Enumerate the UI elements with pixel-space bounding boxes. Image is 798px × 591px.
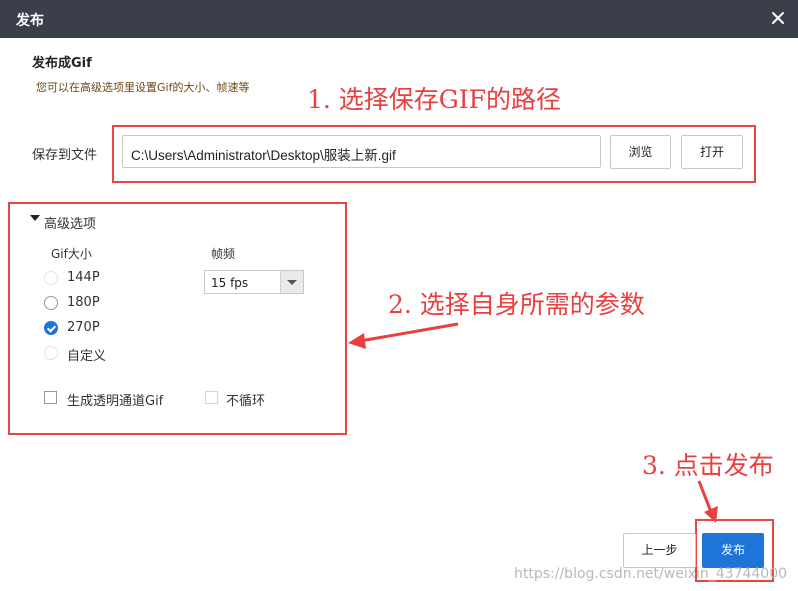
annotation-box-options (8, 202, 347, 435)
radio-size-144p[interactable] (44, 271, 58, 285)
browse-button[interactable]: 浏览 (610, 135, 671, 169)
dialog-hint: 您可以在高级选项里设置Gif的大小、帧速等 (36, 81, 250, 94)
chevron-down-icon[interactable] (280, 271, 303, 293)
radio-size-custom[interactable] (44, 346, 58, 360)
collapse-triangle-icon[interactable] (30, 215, 40, 221)
annotation-arrow-left-icon (348, 322, 459, 349)
publish-button[interactable]: 发布 (702, 533, 764, 568)
annotation-step-2: 2. 选择自身所需的参数 (388, 290, 645, 319)
save-path-input[interactable]: C:\Users\Administrator\Desktop\服装上新.gif (122, 135, 601, 168)
noloop-checkbox[interactable] (205, 391, 218, 404)
fps-value: 15 fps (211, 276, 249, 290)
radio-size-270p[interactable] (44, 321, 58, 335)
title-bar: 发布 (0, 0, 798, 38)
annotation-arrow-down-icon (697, 480, 718, 523)
fps-label: 帧频 (211, 247, 236, 261)
fps-select[interactable]: 15 fps (204, 270, 304, 294)
advanced-options-toggle[interactable]: 高级选项 (44, 213, 96, 232)
save-to-file-label: 保存到文件 (32, 148, 98, 163)
window-title: 发布 (16, 13, 44, 29)
watermark: https://blog.csdn.net/weixin_43744000 (514, 566, 788, 582)
size-144p-label[interactable]: 144P (67, 270, 100, 285)
dialog-heading: 发布成Gif (32, 56, 92, 71)
transparent-checkbox[interactable] (44, 391, 57, 404)
noloop-label[interactable]: 不循环 (226, 390, 265, 409)
close-icon[interactable] (768, 8, 788, 28)
size-270p-label[interactable]: 270P (67, 320, 100, 335)
size-custom-label[interactable]: 自定义 (67, 345, 106, 364)
size-180p-label[interactable]: 180P (67, 295, 100, 310)
transparent-label[interactable]: 生成透明通道Gif (67, 390, 163, 409)
annotation-step-1: 1. 选择保存GIF的路径 (307, 85, 561, 114)
radio-size-180p[interactable] (44, 296, 58, 310)
annotation-step-3: 3. 点击发布 (642, 451, 774, 480)
open-button[interactable]: 打开 (681, 135, 743, 169)
prev-step-button[interactable]: 上一步 (623, 533, 696, 568)
gif-size-label: Gif大小 (51, 247, 92, 261)
